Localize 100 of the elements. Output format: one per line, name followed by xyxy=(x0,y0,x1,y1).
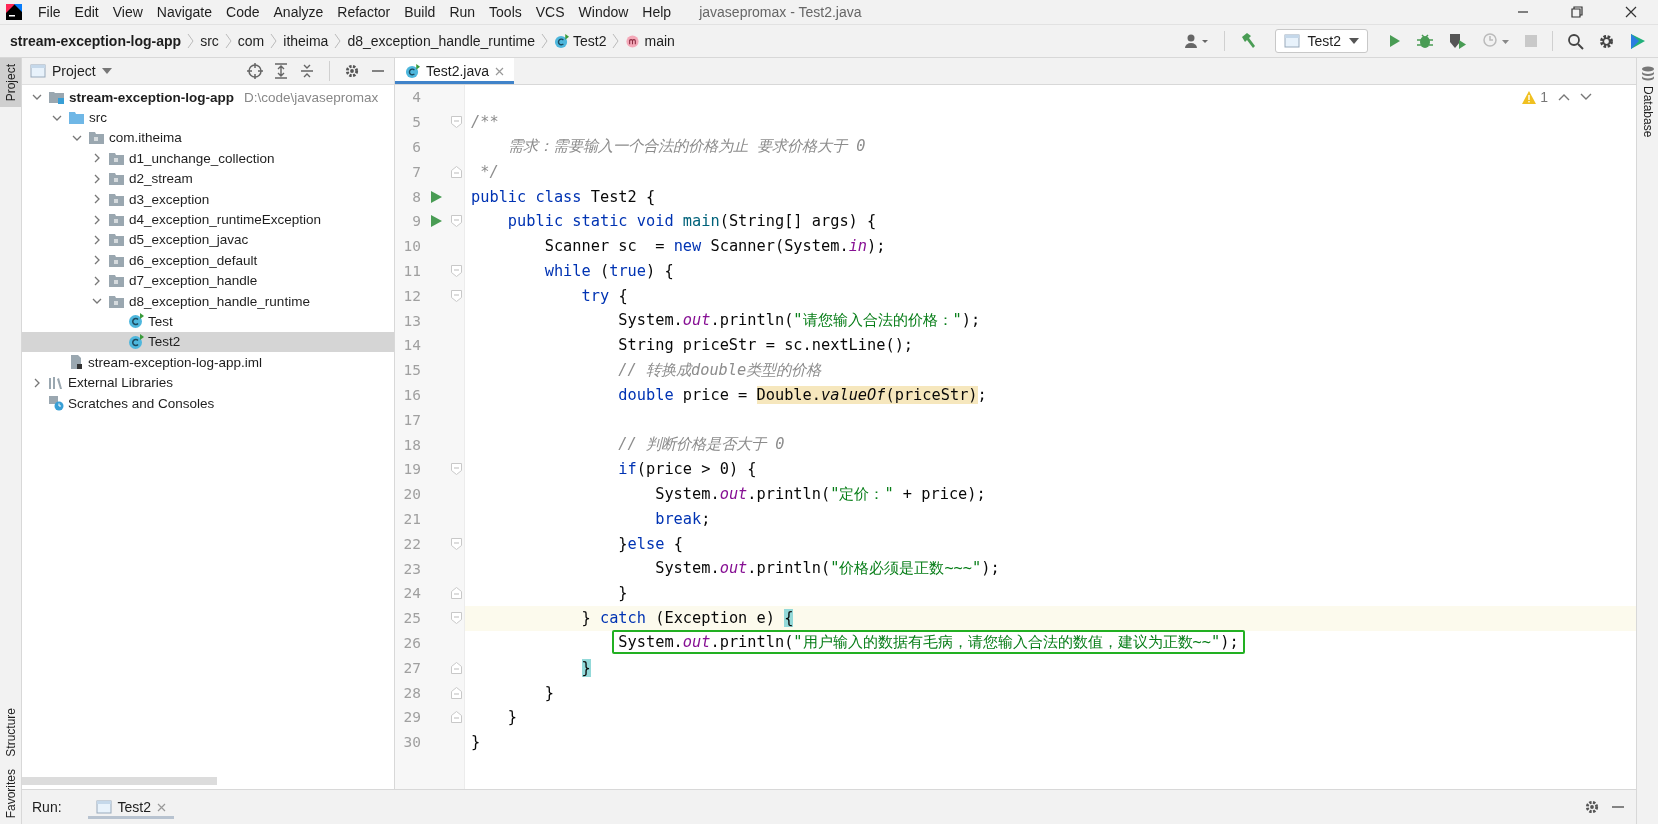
code-text: { xyxy=(618,286,628,305)
tree-item[interactable]: src xyxy=(22,107,394,128)
tool-window-tab[interactable]: Database xyxy=(1637,58,1658,144)
keyword: break xyxy=(655,509,702,528)
fold-marker-icon[interactable] xyxy=(451,116,462,129)
chevron-icon[interactable] xyxy=(92,275,102,286)
chevron-icon[interactable] xyxy=(92,234,102,245)
breadcrumb-item[interactable]: src xyxy=(200,33,219,49)
fold-marker-icon[interactable] xyxy=(451,165,462,178)
line-number: 5 xyxy=(412,114,421,131)
project-view-dropdown[interactable]: Project xyxy=(30,63,112,79)
chevron-down-icon[interactable] xyxy=(1580,93,1592,101)
tree-item[interactable]: stream-exception-log-app D:\code\javasepromax xyxy=(22,87,394,108)
tree-item[interactable]: Test2 xyxy=(22,331,394,353)
plugin-logo-icon[interactable] xyxy=(1629,32,1646,50)
keyword: if xyxy=(618,460,637,479)
menu-item[interactable]: Edit xyxy=(68,4,107,20)
editor-tab[interactable]: Test2.java xyxy=(395,58,515,84)
menu-item[interactable]: Refactor xyxy=(331,4,399,20)
tool-window-tab[interactable]: Project xyxy=(0,58,21,108)
fold-marker-icon[interactable] xyxy=(451,537,462,550)
user-icon[interactable] xyxy=(1183,33,1210,49)
settings-icon[interactable] xyxy=(344,63,360,79)
locate-icon[interactable] xyxy=(247,63,263,79)
tree-item[interactable]: Scratches and Consoles xyxy=(22,392,394,414)
fold-marker-icon[interactable] xyxy=(451,264,462,277)
restore-icon[interactable] xyxy=(1570,5,1584,19)
fold-marker-icon[interactable] xyxy=(451,463,462,476)
fold-marker-icon[interactable] xyxy=(451,711,462,724)
chevron-icon[interactable] xyxy=(92,255,102,266)
tool-window-tab[interactable]: Structure xyxy=(0,701,21,763)
breadcrumb-item[interactable]: main xyxy=(625,33,675,49)
settings-icon[interactable] xyxy=(1584,799,1600,815)
breadcrumb-item[interactable]: d8_exception_handle_runtime xyxy=(347,33,535,49)
menu-item[interactable]: Navigate xyxy=(150,4,221,20)
chevron-up-icon[interactable] xyxy=(1558,93,1570,101)
close-icon[interactable] xyxy=(1624,5,1638,19)
breadcrumb-item[interactable]: stream-exception-log-app xyxy=(10,33,182,49)
search-icon[interactable] xyxy=(1567,32,1584,50)
breadcrumb-item[interactable]: com xyxy=(237,33,265,49)
chevron-icon[interactable] xyxy=(32,377,42,388)
tree-item[interactable]: External Libraries xyxy=(22,372,394,393)
run-icon[interactable] xyxy=(430,215,442,228)
tool-window-tab[interactable]: Favorites xyxy=(0,762,21,824)
folder-icon xyxy=(108,191,125,207)
tree-item[interactable]: d2_stream xyxy=(22,168,394,189)
chevron-icon xyxy=(334,33,342,49)
tree-item[interactable]: stream-exception-log-app.iml xyxy=(22,352,394,373)
menu-item[interactable]: Analyze xyxy=(267,4,332,20)
warning-indicator[interactable]: 1 xyxy=(1522,89,1548,105)
menu-item[interactable]: Help xyxy=(636,4,680,20)
keyword: else xyxy=(627,534,665,553)
debug-icon[interactable] xyxy=(1416,32,1434,50)
menu-item[interactable]: Tools xyxy=(483,4,530,20)
breadcrumb-item[interactable]: Test2 xyxy=(554,33,607,49)
settings-icon[interactable] xyxy=(1598,32,1615,50)
tree-item[interactable]: Test xyxy=(22,311,394,332)
tree-item[interactable]: d6_exception_default xyxy=(22,250,394,271)
fold-marker-icon[interactable] xyxy=(451,661,462,674)
scrollbar[interactable] xyxy=(22,777,217,785)
folder-icon xyxy=(68,110,85,126)
fold-marker-icon[interactable] xyxy=(451,612,462,625)
code-text: } xyxy=(581,609,592,628)
line-number: 4 xyxy=(412,89,421,106)
menu-item[interactable]: View xyxy=(106,4,151,20)
menu-item[interactable]: Run xyxy=(443,4,484,20)
menu-item[interactable]: VCS xyxy=(529,4,573,20)
tree-item[interactable]: d1_unchange_collection xyxy=(22,148,394,169)
run-configuration-dropdown[interactable]: Test2 xyxy=(1274,29,1368,53)
menu-item[interactable]: Code xyxy=(220,4,268,20)
fold-marker-icon[interactable] xyxy=(451,587,462,600)
menu-item[interactable]: File xyxy=(32,4,69,20)
run-tab[interactable]: Test2 xyxy=(87,795,175,819)
expand-all-icon[interactable] xyxy=(273,63,289,79)
string-literal: "用户输入的数据有毛病，请您输入合法的数值，建议为正数~~" xyxy=(793,633,1221,652)
menu-item[interactable]: Build xyxy=(398,4,444,20)
collapse-all-icon[interactable] xyxy=(299,63,315,79)
code-text: ); xyxy=(981,559,1000,578)
tree-item[interactable]: d5_exception_javac xyxy=(22,229,394,251)
coverage-icon[interactable] xyxy=(1448,32,1468,50)
warning-icon xyxy=(1522,90,1537,104)
tree-item[interactable]: d8_exception_handle_runtime xyxy=(22,290,394,312)
fold-marker-icon[interactable] xyxy=(451,215,462,228)
code-text: (price > 0) { xyxy=(636,460,757,479)
string-literal: "请您输入合法的价格：" xyxy=(793,311,962,330)
chevron-icon[interactable] xyxy=(92,153,102,164)
code-text: System. xyxy=(655,484,720,503)
chevron-icon[interactable] xyxy=(92,194,102,205)
tree-item[interactable]: d7_exception_handle xyxy=(22,270,394,291)
menu-item[interactable]: Window xyxy=(572,4,637,20)
profiler-icon[interactable] xyxy=(1482,32,1510,50)
fold-marker-icon[interactable] xyxy=(451,686,462,699)
tree-item[interactable]: d4_exception_runtimeException xyxy=(22,209,394,230)
chevron-icon[interactable] xyxy=(92,214,102,225)
run-icon[interactable] xyxy=(430,190,442,203)
tree-item[interactable]: com.itheima xyxy=(22,127,394,149)
tree-item[interactable]: d3_exception xyxy=(22,188,394,210)
chevron-icon[interactable] xyxy=(92,173,102,184)
breadcrumb-item[interactable]: itheima xyxy=(283,33,329,49)
fold-marker-icon[interactable] xyxy=(451,289,462,302)
